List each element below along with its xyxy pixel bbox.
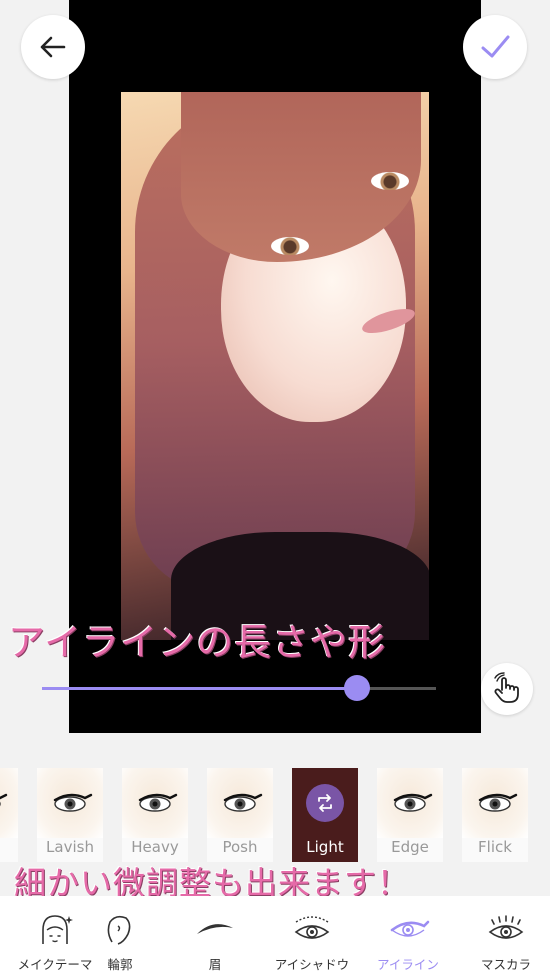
nav-label: 輪郭 — [107, 957, 133, 972]
eyeliner-style-label: Light — [306, 838, 344, 856]
face-contour-icon — [75, 912, 165, 946]
eyeliner-style-label: ma — [0, 838, 18, 856]
eyeliner-preview-icon — [377, 768, 443, 838]
eyeliner-style-list: ma Lavish Heavy Posh Light Edge Flick — [0, 768, 550, 862]
nav-item-mascara[interactable]: マスカラ — [461, 896, 550, 978]
eyeliner-style-label: Heavy — [131, 838, 179, 856]
slider-fill — [42, 687, 357, 690]
eyeliner-style-heavy[interactable]: Heavy — [122, 768, 188, 862]
eyeliner-preview-icon — [37, 768, 103, 838]
eyeliner-preview-icon — [207, 768, 273, 838]
eyeliner-style-light[interactable]: Light — [292, 768, 358, 862]
nav-item-eyebrow[interactable]: 眉 — [170, 896, 260, 978]
bottom-nav: メイクテーマ 輪郭眉アイシャドウ アイライン マスカラ — [0, 896, 550, 978]
nav-label: アイシャドウ — [274, 957, 350, 972]
eyeliner-style-label: Edge — [391, 838, 429, 856]
eyeliner-style-label: Posh — [222, 838, 258, 856]
mascara-icon — [461, 912, 550, 946]
eyeliner-preview-icon — [0, 768, 18, 838]
eyeliner-icon — [363, 912, 453, 946]
touch-gesture-button[interactable] — [481, 663, 533, 715]
eyeliner-preview-icon — [122, 768, 188, 838]
caption-eyeliner-shape: アイラインの長さや形 — [8, 621, 387, 664]
arrow-left-icon — [40, 36, 66, 58]
back-button[interactable] — [21, 15, 85, 79]
nav-item-eyeliner[interactable]: アイライン — [363, 896, 453, 978]
nav-label: マスカラ — [480, 957, 531, 972]
intensity-slider[interactable] — [42, 675, 436, 701]
eyeliner-style-posh[interactable]: Posh — [207, 768, 273, 862]
nav-label: 眉 — [208, 957, 222, 972]
eyeliner-style-lavish[interactable]: Lavish — [37, 768, 103, 862]
nav-item-eyeshadow[interactable]: アイシャドウ — [267, 896, 357, 978]
checkmark-icon — [481, 35, 510, 58]
eyeshadow-icon — [267, 912, 357, 946]
eyeliner-style-edge[interactable]: Edge — [377, 768, 443, 862]
refresh-icon — [292, 768, 358, 838]
eyebrow-icon — [170, 912, 260, 946]
eyeliner-style-flick[interactable]: Flick — [462, 768, 528, 862]
nav-label: アイライン — [377, 957, 439, 972]
slider-knob[interactable] — [344, 675, 370, 701]
eyeliner-style-ma[interactable]: ma — [0, 768, 18, 862]
eyeliner-style-label: Lavish — [46, 838, 94, 856]
selfie-photo — [121, 92, 429, 640]
hand-pointer-icon — [494, 672, 519, 703]
eyeliner-style-label: Flick — [478, 838, 512, 856]
eyeliner-preview-icon — [462, 768, 528, 838]
confirm-button[interactable] — [463, 15, 527, 79]
nav-item-face-contour[interactable]: 輪郭 — [75, 896, 165, 978]
